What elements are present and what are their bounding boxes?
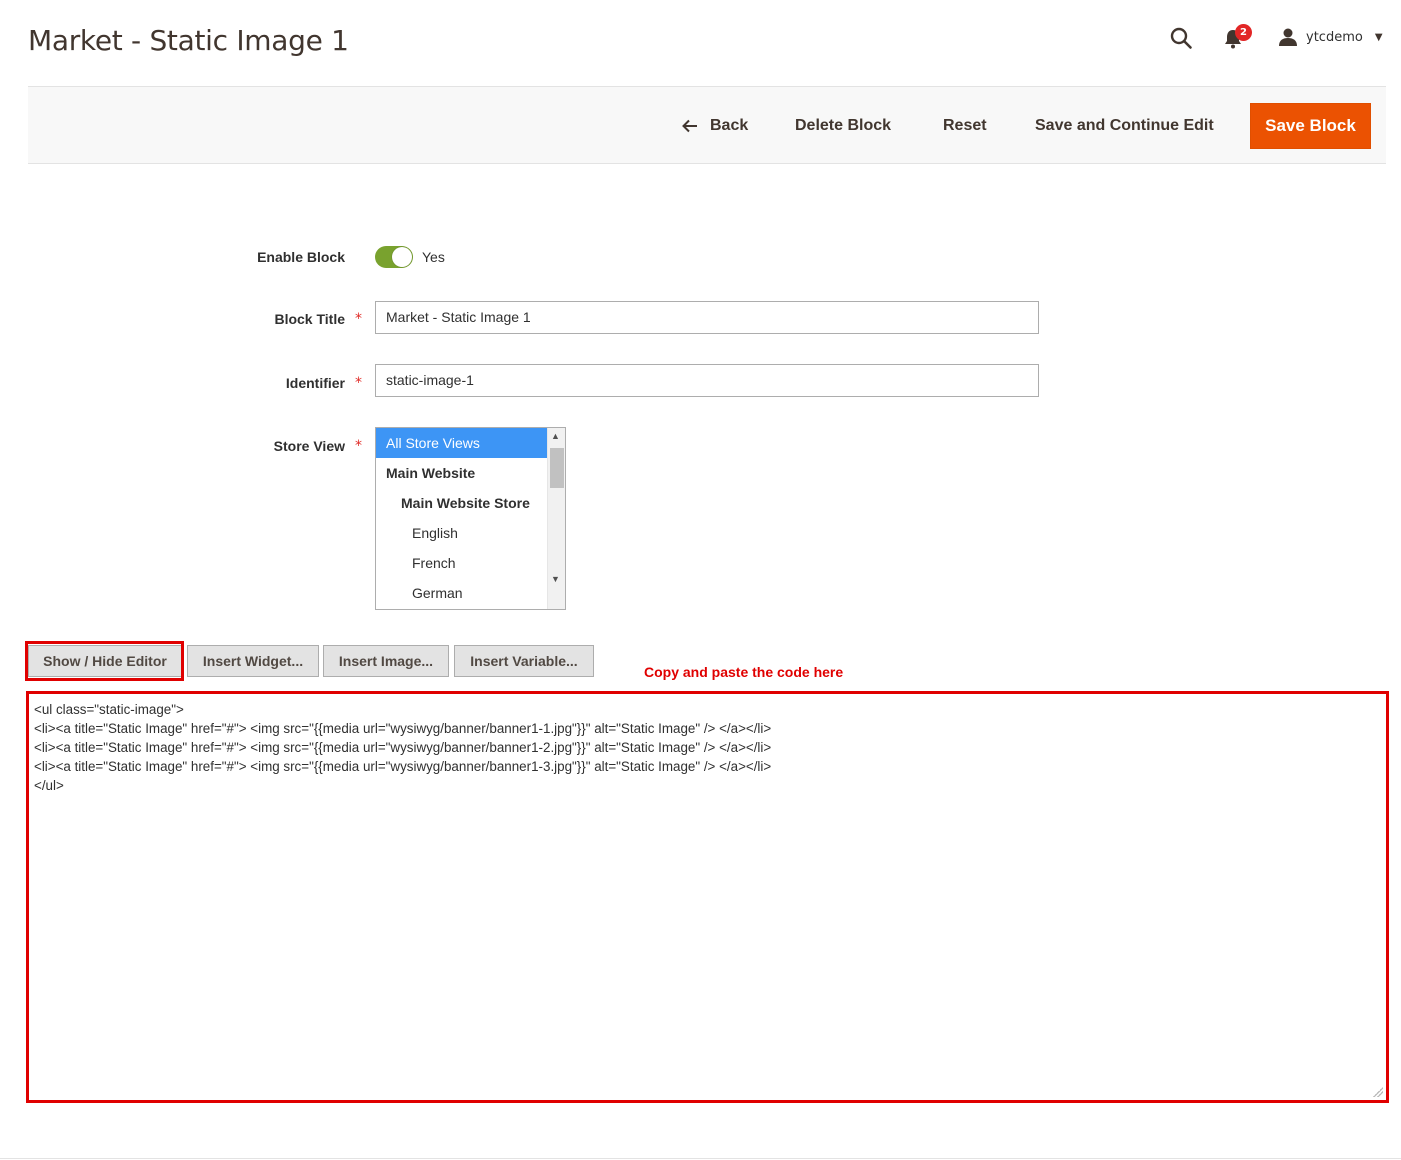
block-title-input[interactable]: Market - Static Image 1	[375, 301, 1039, 334]
store-view-option-german[interactable]: German	[376, 578, 548, 608]
footer-divider	[0, 1158, 1401, 1159]
enable-block-value: Yes	[422, 249, 445, 265]
content-textarea[interactable]: <ul class="static-image"> <li><a title="…	[32, 697, 1383, 1097]
page-actions-toolbar: Back Delete Block Reset Save and Continu…	[28, 86, 1386, 164]
identifier-label: Identifier	[285, 375, 345, 391]
store-view-scrollbar[interactable]: ▲ ▼	[547, 428, 565, 609]
required-marker: *	[355, 311, 362, 327]
save-and-continue-button[interactable]: Save and Continue Edit	[1025, 103, 1224, 149]
scroll-thumb[interactable]	[550, 448, 564, 488]
enable-block-toggle[interactable]	[375, 246, 413, 268]
show-hide-highlight	[25, 641, 184, 681]
store-view-label: Store View	[273, 438, 345, 454]
annotation-text: Copy and paste the code here	[644, 664, 844, 680]
insert-widget-button[interactable]: Insert Widget...	[187, 645, 319, 677]
required-marker: *	[355, 375, 362, 391]
insert-image-button[interactable]: Insert Image...	[323, 645, 449, 677]
store-view-option-main-website[interactable]: Main Website	[376, 458, 548, 488]
arrow-left-icon	[682, 119, 697, 133]
block-title-label: Block Title	[274, 311, 345, 327]
insert-variable-button[interactable]: Insert Variable...	[454, 645, 594, 677]
user-menu[interactable]: ytcdemo ▼	[1278, 26, 1383, 48]
scroll-up-icon[interactable]: ▲	[551, 431, 560, 441]
store-view-option-english[interactable]: English	[376, 518, 548, 548]
enable-block-label: Enable Block	[257, 249, 345, 265]
scroll-down-icon[interactable]: ▼	[551, 574, 560, 584]
notification-badge: 2	[1235, 24, 1252, 41]
store-view-option-all[interactable]: All Store Views	[376, 428, 548, 458]
page-title: Market - Static Image 1	[28, 24, 349, 57]
username: ytcdemo	[1306, 29, 1363, 45]
required-marker: *	[355, 438, 362, 454]
content-editor-highlight: <ul class="static-image"> <li><a title="…	[26, 691, 1389, 1103]
reset-button[interactable]: Reset	[933, 103, 997, 149]
back-label: Back	[710, 117, 749, 134]
caret-down-icon: ▼	[1374, 31, 1383, 43]
delete-block-button[interactable]: Delete Block	[785, 103, 901, 149]
save-block-button[interactable]: Save Block	[1250, 103, 1371, 149]
back-button[interactable]: Back	[672, 103, 758, 149]
store-view-multiselect[interactable]: All Store Views Main Website Main Websit…	[375, 427, 566, 610]
store-view-option-main-website-store[interactable]: Main Website Store	[376, 488, 548, 518]
identifier-input[interactable]: static-image-1	[375, 364, 1039, 397]
store-view-option-french[interactable]: French	[376, 548, 548, 578]
toggle-knob	[392, 247, 412, 267]
resize-handle[interactable]	[1373, 1087, 1383, 1097]
search-icon[interactable]	[1169, 26, 1193, 50]
notifications-button[interactable]: 2	[1222, 24, 1254, 50]
user-icon	[1279, 28, 1297, 46]
